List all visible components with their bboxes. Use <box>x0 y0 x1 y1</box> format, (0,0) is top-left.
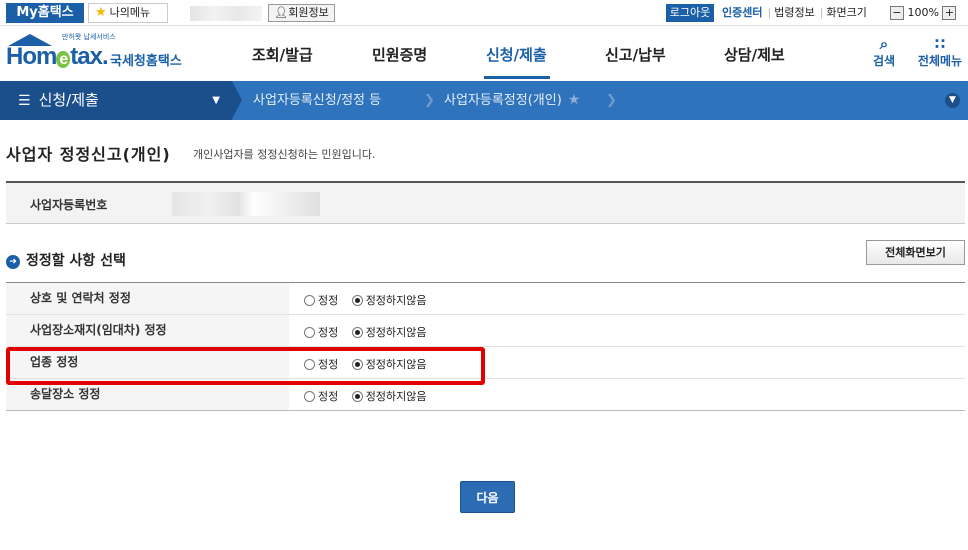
cert-center-link[interactable]: 인증센터 <box>722 6 762 19</box>
chevron-right-icon: ❯ <box>606 93 617 108</box>
chevron-right-icon: ❯ <box>424 93 435 108</box>
top-utility-bar: My홈택스 ★ 나의메뉴 👤︎회원정보 로그아웃 인증센터 | 법령정보 | 화면크기 −… <box>0 0 968 26</box>
full-view-button[interactable]: 전체화면보기 <box>866 240 965 265</box>
radio-option-no-correct[interactable]: 정정하지않음 <box>351 324 427 340</box>
grid-icon: ∷ <box>934 35 946 53</box>
search-button[interactable]: ⌕ 검색 <box>864 36 904 69</box>
star-icon: ★ <box>95 5 107 20</box>
arrow-right-circle-icon: ➜ <box>6 255 20 269</box>
reg-number-value-blurred <box>172 192 320 216</box>
breadcrumb-section-label: 신청/제출 <box>38 91 99 109</box>
radio-label: 정정하지않음 <box>365 326 427 339</box>
table-row: 사업장소재지(임대차) 정정 정정 정정하지않음 <box>6 315 965 347</box>
hamburger-icon: ☰ <box>18 93 31 109</box>
active-nav-underline <box>484 76 550 79</box>
nav-item-inquiry[interactable]: 조회/발급 <box>252 44 313 65</box>
radio-option-no-correct[interactable]: 정정하지않음 <box>351 292 427 308</box>
zoom-value: 100% <box>907 6 939 19</box>
radio-option-correct[interactable]: 정정 <box>304 324 338 340</box>
radio-button[interactable] <box>351 295 363 306</box>
logout-button[interactable]: 로그아웃 <box>666 4 714 22</box>
nav-item-consult[interactable]: 상담/제보 <box>724 44 785 65</box>
search-label: 검색 <box>872 54 896 68</box>
zoom-control: − 100% + <box>890 5 957 21</box>
all-menu-label: 전체메뉴 <box>917 54 963 68</box>
logo-wordmark: Hom e tax. <box>6 43 109 71</box>
radio-label: 정정 <box>318 390 339 403</box>
member-info-label: 회원정보 <box>288 6 329 19</box>
section-title-label: 정정할 사항 선택 <box>26 253 126 269</box>
screen-size-label: 화면크기 <box>826 6 867 19</box>
section-title: ➜ 정정할 사항 선택 <box>6 250 126 270</box>
search-icon: ⌕ <box>879 35 889 53</box>
radio-button[interactable] <box>304 327 315 338</box>
radio-button[interactable] <box>304 295 315 306</box>
my-menu-button[interactable]: ★ 나의메뉴 <box>88 3 168 23</box>
caret-down-icon: ▼ <box>212 95 220 106</box>
divider: | <box>767 6 772 19</box>
breadcrumb: ☰ 신청/제출 ▼ 사업자등록신청/정정 등 ❯ 사업자등록정정(개인) ★ ❯ ▼ <box>0 81 968 120</box>
logo-korean-name: 국세청홈택스 <box>110 54 182 69</box>
user-name-blurred <box>190 6 262 21</box>
page-description: 개인사업자를 정정신청하는 민원입니다. <box>193 148 376 161</box>
favorite-star-icon[interactable]: ★ <box>568 92 581 108</box>
breadcrumb-section[interactable]: ☰ 신청/제출 ▼ <box>0 81 232 120</box>
radio-option-no-correct[interactable]: 정정하지않음 <box>351 388 427 404</box>
row-label: 상호 및 연락처 정정 <box>6 283 289 314</box>
zoom-in-button[interactable]: + <box>942 6 957 20</box>
all-menu-button[interactable]: ∷ 전체메뉴 <box>914 36 966 69</box>
radio-button[interactable] <box>351 327 363 338</box>
hometax-logo[interactable]: 만허뫗 납세서비스 Hom e tax. 국세청홈택스 <box>6 32 186 76</box>
highlight-box <box>6 347 485 385</box>
reg-number-box: 사업자등록번호 <box>6 181 965 224</box>
my-hometax-button[interactable]: My홈택스 <box>6 3 84 23</box>
radio-option-correct[interactable]: 정정 <box>304 388 338 404</box>
person-icon: 👤︎ <box>274 6 289 19</box>
radio-group: 정정 정정하지않음 <box>304 324 436 340</box>
member-info-button[interactable]: 👤︎회원정보 <box>268 4 335 22</box>
zoom-out-button[interactable]: − <box>890 6 904 20</box>
site-header: 만허뫗 납세서비스 Hom e tax. 국세청홈택스 조회/발급 민원증명 신청/… <box>0 26 968 81</box>
radio-group: 정정 정정하지않음 <box>304 388 436 404</box>
nav-item-certificate[interactable]: 민원증명 <box>372 44 427 65</box>
radio-group: 정정 정정하지않음 <box>304 292 436 308</box>
my-menu-label: 나의메뉴 <box>109 6 151 19</box>
table-row: 상호 및 연락처 정정 정정 정정하지않음 <box>6 283 965 315</box>
nav-item-apply[interactable]: 신청/제출 <box>486 44 547 65</box>
law-info-link[interactable]: 법령정보 <box>774 6 814 19</box>
row-label: 사업장소재지(임대차) 정정 <box>6 315 289 346</box>
logo-word-pre: Hom <box>6 43 57 70</box>
top-links: 인증센터 | 법령정보 | 화면크기 <box>722 4 869 22</box>
chevron-down-circle-icon[interactable]: ▼ <box>945 93 960 108</box>
radio-label: 정정하지않음 <box>365 294 427 307</box>
nav-item-report[interactable]: 신고/납부 <box>605 44 666 65</box>
logo-word-post: tax. <box>70 43 108 70</box>
reg-number-label: 사업자등록번호 <box>30 198 108 212</box>
radio-button[interactable] <box>304 391 315 402</box>
breadcrumb-level2[interactable]: 사업자등록신청/정정 등 <box>253 81 381 120</box>
page-title: 사업자 정정신고(개인) <box>6 145 171 164</box>
breadcrumb-separator-icon <box>232 81 242 119</box>
radio-option-correct[interactable]: 정정 <box>304 292 338 308</box>
divider: | <box>819 6 824 19</box>
radio-label: 정정 <box>318 294 339 307</box>
breadcrumb-level3[interactable]: 사업자등록정정(개인) ★ <box>444 81 580 120</box>
logo-tagline: 만허뫗 납세서비스 <box>62 33 116 41</box>
next-button[interactable]: 다음 <box>460 481 515 513</box>
breadcrumb-level3-label: 사업자등록정정(개인) <box>444 93 562 108</box>
radio-button[interactable] <box>351 391 363 402</box>
radio-label: 정정 <box>318 326 339 339</box>
logo-word-e: e <box>56 51 71 68</box>
radio-label: 정정하지않음 <box>365 390 427 403</box>
